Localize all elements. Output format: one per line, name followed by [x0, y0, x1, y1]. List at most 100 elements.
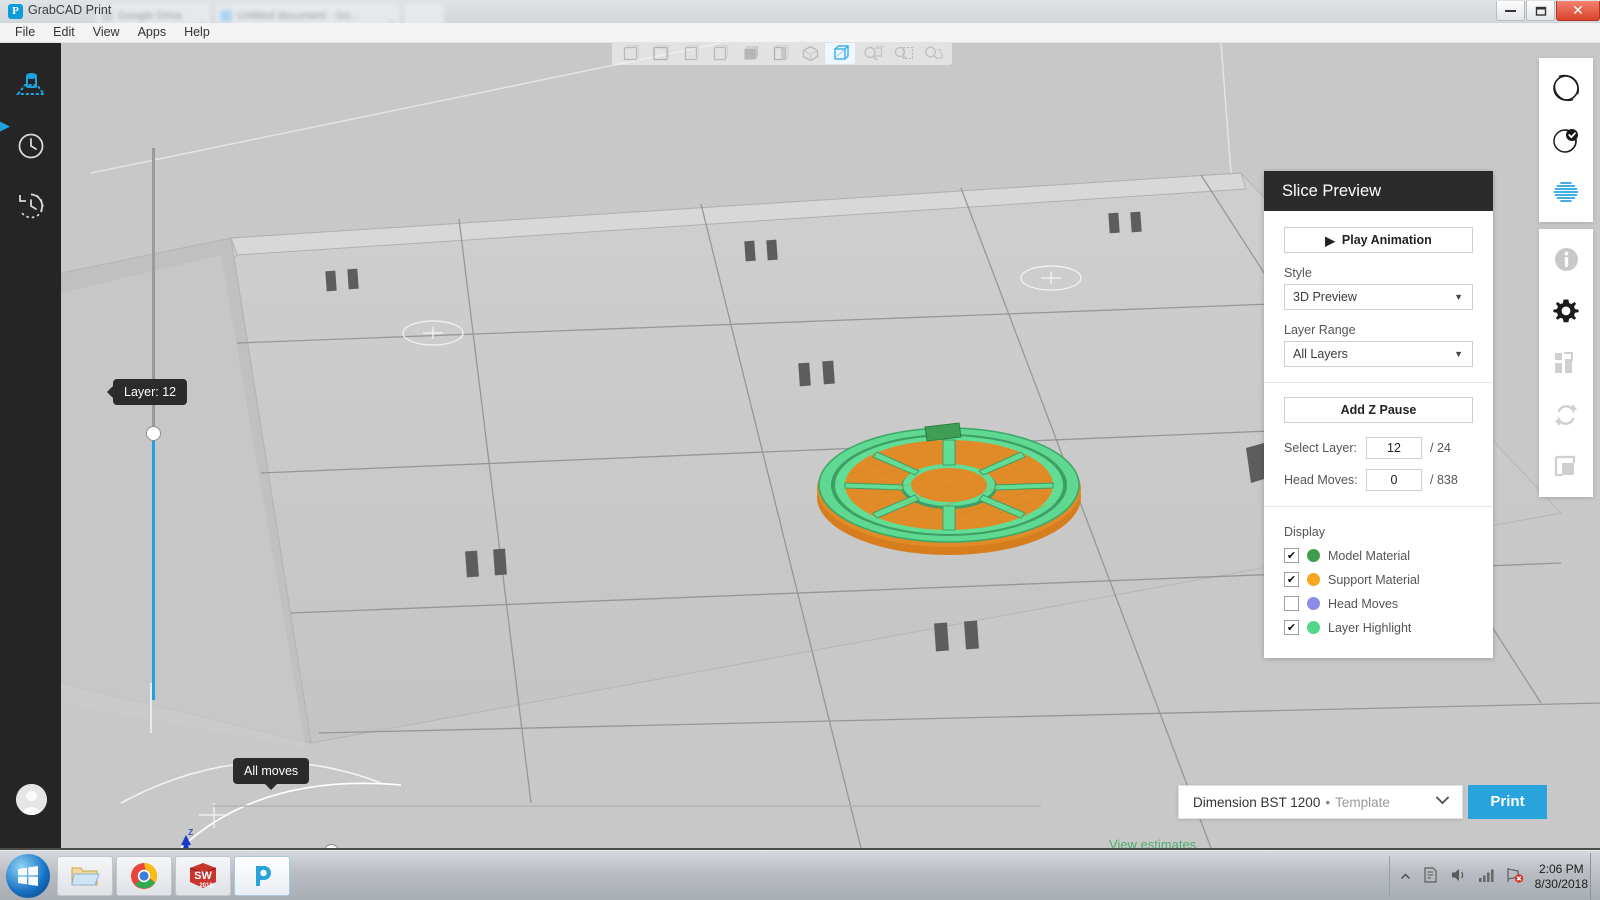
printer-select[interactable]: Dimension BST 1200 • Template	[1178, 785, 1463, 819]
chevron-down-icon: ▼	[1454, 349, 1463, 359]
style-label: Style	[1284, 266, 1473, 280]
slice-preview-title: Slice Preview	[1264, 171, 1493, 211]
color-swatch-head-moves	[1307, 597, 1320, 610]
clock-date: 8/30/2018	[1535, 877, 1588, 892]
select-layer-total: / 24	[1430, 441, 1451, 455]
checkbox-head-moves[interactable]: Head Moves	[1284, 596, 1473, 611]
menu-edit[interactable]: Edit	[44, 23, 84, 42]
view-isometric-icon[interactable]	[795, 42, 825, 64]
checkbox-label: Model Material	[1328, 549, 1410, 563]
user-avatar[interactable]	[16, 784, 47, 815]
layer-slider-track-lower	[152, 433, 155, 700]
checkbox-support-material[interactable]: ✔ Support Material	[1284, 572, 1473, 587]
app-title: GrabCAD Print	[28, 3, 111, 17]
head-moves-input[interactable]: 0	[1366, 469, 1422, 491]
clock[interactable]: 2:06 PM 8/30/2018	[1535, 862, 1588, 892]
right-toolbar	[1539, 58, 1593, 504]
show-desktop-button[interactable]	[1590, 853, 1600, 900]
menu-help[interactable]: Help	[175, 23, 219, 42]
checkbox-label: Head Moves	[1328, 597, 1398, 611]
taskbar-background: SW 2018	[0, 850, 1600, 900]
network-signal-icon[interactable]	[1478, 867, 1495, 888]
title-bar: P GrabCAD Print ✕	[0, 0, 1600, 23]
show-hidden-icons-button[interactable]	[1400, 868, 1411, 886]
chrome-icon	[130, 862, 158, 890]
orient-button[interactable]	[1539, 389, 1593, 441]
taskbar-grabcad[interactable]	[234, 856, 290, 896]
solidworks-icon: SW 2018	[186, 861, 220, 891]
zoom-window-icon[interactable]	[919, 42, 949, 64]
minimize-button[interactable]	[1496, 1, 1525, 21]
svg-text:SW: SW	[194, 870, 212, 882]
layer-slider-handle[interactable]	[146, 426, 161, 441]
view-estimates-link[interactable]: View estimates	[1109, 837, 1196, 848]
view-top-icon[interactable]	[735, 42, 765, 64]
model-sphere-button[interactable]	[1539, 62, 1593, 114]
view-bottom-icon[interactable]	[765, 42, 795, 64]
head-moves-total: / 838	[1430, 473, 1458, 487]
arrange-button[interactable]	[1539, 337, 1593, 389]
volume-icon[interactable]	[1450, 867, 1467, 888]
avatar-icon	[16, 784, 47, 815]
gear-icon	[1552, 297, 1580, 325]
checkbox-model-material[interactable]: ✔ Model Material	[1284, 548, 1473, 563]
color-swatch-layer-highlight	[1307, 621, 1320, 634]
close-button[interactable]: ✕	[1556, 1, 1600, 21]
layer-slider[interactable]	[151, 148, 157, 700]
right-toolbar-group-tools	[1539, 229, 1593, 497]
grabcad-print-icon	[249, 863, 275, 889]
taskbar-explorer[interactable]	[57, 856, 113, 896]
menu-view[interactable]: View	[84, 23, 129, 42]
printer-separator: •	[1325, 795, 1330, 810]
checkbox-box: ✔	[1284, 620, 1299, 635]
sidebar-item-print-time[interactable]	[8, 123, 54, 169]
history-clock-icon	[17, 192, 45, 220]
sidebar-item-history[interactable]	[8, 183, 54, 229]
view-orientation-toolbar	[612, 41, 952, 65]
head-moves-row: Head Moves: 0 / 838	[1284, 469, 1473, 491]
display-section-label: Display	[1284, 525, 1473, 539]
clock-icon	[17, 132, 45, 160]
select-layer-input[interactable]: 12	[1366, 437, 1422, 459]
network-error-icon[interactable]	[1506, 866, 1524, 888]
view-right-icon[interactable]	[705, 42, 735, 64]
layer-range-select[interactable]: All Layers ▼	[1284, 341, 1473, 367]
style-select[interactable]: 3D Preview ▼	[1284, 284, 1473, 310]
menu-apps[interactable]: Apps	[129, 23, 176, 42]
add-z-pause-button[interactable]: Add Z Pause	[1284, 397, 1473, 423]
clock-time: 2:06 PM	[1535, 862, 1588, 877]
validate-sphere-button[interactable]	[1539, 114, 1593, 166]
build-tray-icon	[16, 72, 46, 100]
checkbox-layer-highlight[interactable]: ✔ Layer Highlight	[1284, 620, 1473, 635]
checkbox-box: ✔	[1284, 548, 1299, 563]
grabcad-print-window: Google Drive × Untitled document - Go...…	[0, 0, 1600, 900]
windows-logo-icon	[17, 865, 39, 887]
layer-range-value: All Layers	[1293, 347, 1348, 361]
solidworks-year-label: 2018	[199, 883, 213, 889]
print-button[interactable]: Print	[1468, 785, 1547, 819]
sidebar-item-build-tray[interactable]	[8, 63, 54, 109]
slice-preview-button[interactable]	[1539, 166, 1593, 218]
model-sphere-icon	[1551, 73, 1581, 103]
menu-file[interactable]: File	[6, 23, 44, 42]
view-front-icon[interactable]	[615, 42, 645, 64]
taskbar-chrome[interactable]	[116, 856, 172, 896]
start-button[interactable]	[6, 854, 50, 898]
settings-button[interactable]	[1539, 285, 1593, 337]
slice-preview-icon	[1551, 177, 1581, 207]
window-controls: ✕	[1495, 1, 1600, 21]
zoom-fit-icon[interactable]	[859, 42, 889, 64]
axis-triad-icon: z y x	[166, 823, 222, 848]
view-back-icon[interactable]	[645, 42, 675, 64]
maximize-button[interactable]	[1526, 1, 1555, 21]
scale-button[interactable]	[1539, 441, 1593, 493]
play-animation-label: Play Animation	[1342, 233, 1432, 247]
taskbar-solidworks[interactable]: SW 2018	[175, 856, 231, 896]
zoom-selection-icon[interactable]	[889, 42, 919, 64]
slice-preview-panel: Slice Preview ▶ Play Animation Style 3D …	[1264, 171, 1493, 658]
info-button[interactable]	[1539, 233, 1593, 285]
view-perspective-icon[interactable]	[825, 42, 855, 64]
view-left-icon[interactable]	[675, 42, 705, 64]
play-animation-button[interactable]: ▶ Play Animation	[1284, 227, 1473, 253]
action-center-icon[interactable]	[1422, 866, 1439, 889]
